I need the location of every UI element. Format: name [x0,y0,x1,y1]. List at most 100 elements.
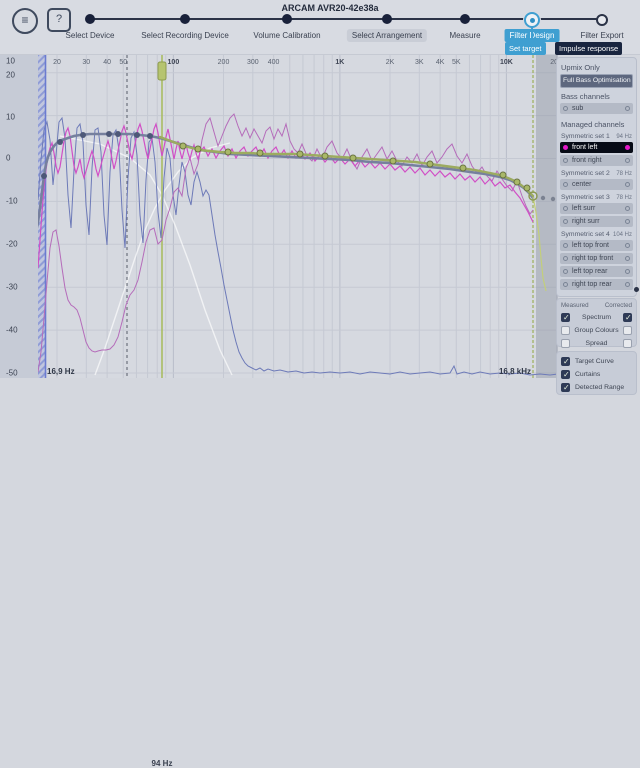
db-axis: 1020100-10-20-30-40-50 [0,55,38,378]
channel-item-right-top-rear[interactable]: right top rear [560,279,633,290]
channel-dot-right [625,206,630,211]
step-label-volume-calibration[interactable]: Volume Calibration [248,29,325,42]
bass-channel-list: sub [560,103,633,114]
corrected-checkbox-spread[interactable] [623,339,632,348]
option-row-detected-range: Detected Range [561,381,632,394]
db-axis-label: 20 [6,71,15,80]
corrected-curve-handle[interactable] [147,133,153,139]
step-dot-volume-calibration[interactable] [282,14,292,24]
channel-dot-right [625,182,630,187]
target-curve-handle[interactable] [460,165,466,171]
range-left-label: 16,9 Hz [47,367,75,376]
step-dot-filter-export[interactable] [596,14,608,26]
step-dot-select-arrangement[interactable] [382,14,392,24]
corrected-curve-handle[interactable] [134,132,140,138]
corrected-curve-handle[interactable] [80,132,86,138]
db-axis-label: 10 [6,113,15,122]
channel-dot-right [625,256,630,261]
tab-impulse-response[interactable]: Impulse response [555,42,622,55]
full-bass-optimisation-button[interactable]: Full Bass Optimisation [560,74,633,88]
channel-sidebar: Upmix Only Full Bass Optimisation Bass c… [552,55,640,400]
freq-tick-label: 20 [53,59,61,66]
corrected-curve-handle[interactable] [41,173,47,179]
measured-checkbox-group-colours[interactable] [561,326,570,335]
option-row-curtains: Curtains [561,368,632,381]
target-curve-handle[interactable] [257,150,263,156]
step-dot-measure[interactable] [460,14,470,24]
freq-tick-label: 30 [82,59,90,66]
option-checkbox-detected-range[interactable] [561,383,570,392]
channel-item-center[interactable]: center [560,179,633,190]
target-curve-handle[interactable] [322,153,328,159]
crossover-handle[interactable] [158,62,166,80]
channel-item-front-right[interactable]: front right [560,155,633,166]
spectrum-legend-panel: Measured Corrected SpectrumGroup Colours… [556,298,637,347]
symmetric-set-header: Symmetric set 378 Hz [561,194,632,201]
corrected-curve-handle[interactable] [57,139,63,145]
device-title: ARCAM AVR20-42e38a [240,3,420,13]
freq-tick-label: 400 [268,59,280,66]
step-label-measure[interactable]: Measure [444,29,485,42]
channel-label: front left [568,144,625,151]
sidebar-scroll-dot[interactable] [634,287,639,292]
channel-dot-right [625,269,630,274]
target-curve-handle[interactable] [195,146,201,152]
freq-tick-label: 50 [119,59,127,66]
frequency-response-plot[interactable]: 203040501002003004001K2K3K4K5K10K20K16,9… [38,55,558,378]
option-label: Curtains [575,371,600,378]
target-curve-handle[interactable] [297,151,303,157]
freq-tick-label: 10K [500,59,513,66]
target-curve-handle[interactable] [225,149,231,155]
step-label-select-device[interactable]: Select Device [61,29,120,42]
corrected-curve-handle[interactable] [106,131,112,137]
step-dot-select-device[interactable] [85,14,95,24]
channel-item-sub[interactable]: sub [560,103,633,114]
freq-tick-label: 5K [452,59,461,66]
channel-label: left top front [568,242,625,249]
measured-checkbox-spectrum[interactable] [561,313,570,322]
legend-row-group-colours: Group Colours [561,324,632,337]
option-label: Detected Range [575,384,624,391]
target-curve-handle[interactable] [427,161,433,167]
plot-background [38,55,558,378]
option-checkbox-curtains[interactable] [561,370,570,379]
freq-tick-label: 3K [415,59,424,66]
corrected-checkbox-spectrum[interactable] [623,313,632,322]
tab-set-target[interactable]: Set target [505,42,546,55]
range-right-label: 16,8 kHz [499,367,531,376]
target-curve-handle[interactable] [514,179,520,185]
target-curve-handle[interactable] [524,185,530,191]
channel-item-front-left[interactable]: front left [560,142,633,153]
channel-item-right-surr[interactable]: right surr [560,216,633,227]
channel-dot-right [625,219,630,224]
symmetric-set-header: Symmetric set 278 Hz [561,170,632,177]
target-curve-handle[interactable] [180,143,186,149]
symmetric-set-header: Symmetric set 194 Hz [561,133,632,140]
step-dot-select-recording-device[interactable] [180,14,190,24]
freq-tick-label: 300 [247,59,259,66]
channel-label: right top rear [568,281,625,288]
corrected-curve-handle[interactable] [115,131,121,137]
bass-channels-label: Bass channels [561,92,632,101]
channel-item-left-top-rear[interactable]: left top rear [560,266,633,277]
menu-icon[interactable]: ≡ [12,8,38,34]
step-label-select-arrangement[interactable]: Select Arrangement [347,29,427,42]
legend-row-spectrum: Spectrum [561,311,632,324]
display-options-panel: Target Curve Curtains Detected Range [556,351,637,395]
target-curve-handle[interactable] [350,155,356,161]
option-row-target-curve: Target Curve [561,355,632,368]
db-axis-label: -40 [6,326,18,335]
step-label-select-recording-device[interactable]: Select Recording Device [136,29,234,42]
target-curve-handle[interactable] [500,172,506,178]
option-checkbox-target-curve[interactable] [561,357,570,366]
target-curve-handle[interactable] [390,158,396,164]
step-label-filter-export[interactable]: Filter Export [575,29,628,42]
channel-item-right-top-front[interactable]: right top front [560,253,633,264]
measured-checkbox-spread[interactable] [561,339,570,348]
channel-item-left-surr[interactable]: left surr [560,203,633,214]
channel-label: front right [568,157,625,164]
curtain-handle-dot[interactable] [541,196,545,200]
channels-panel: Upmix Only Full Bass Optimisation Bass c… [556,57,637,297]
channel-item-left-top-front[interactable]: left top front [560,240,633,251]
corrected-checkbox-group-colours[interactable] [623,326,632,335]
